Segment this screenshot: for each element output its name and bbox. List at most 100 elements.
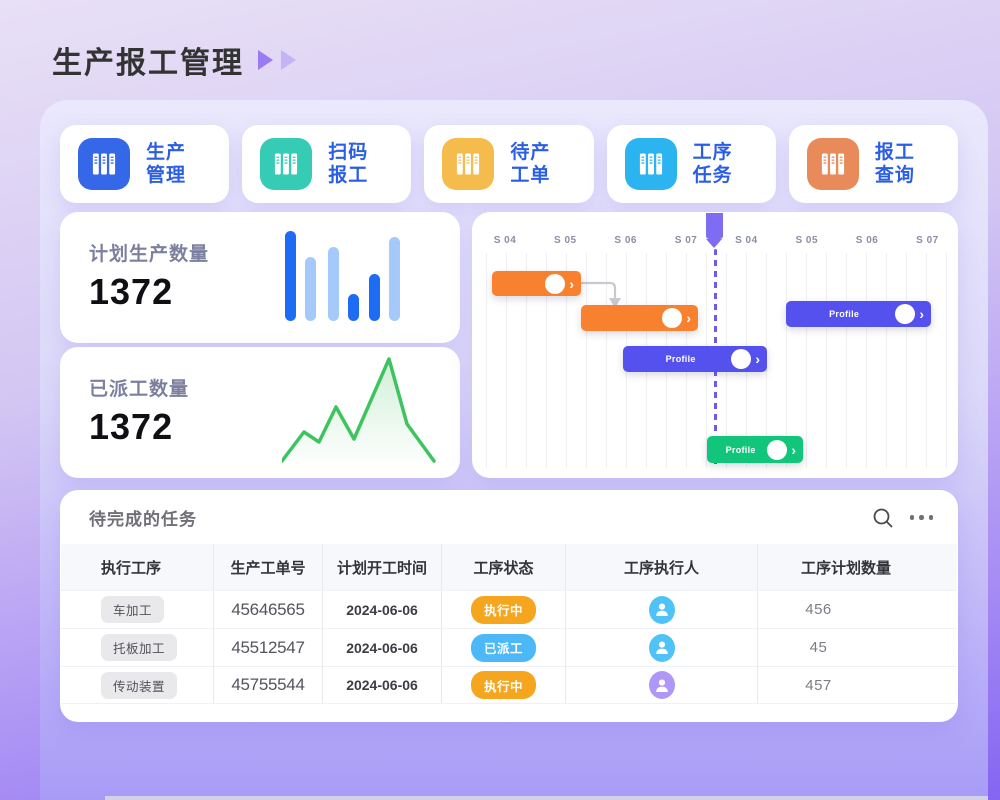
chevron-right-icon: › [791,443,796,457]
status-badge: 执行中 [471,671,536,699]
gantt-gridline [886,253,887,468]
nav-label: 扫码报工 [328,141,368,187]
gantt-gridline [806,253,807,468]
gantt-axis-label: S 04 [481,235,529,246]
column-header: 生产工单号 [214,544,323,590]
gantt-bar-label: Profile [666,354,696,364]
chevron-right-icon: › [919,307,924,321]
gantt-gridline [826,253,827,468]
gantt-gridline [486,253,487,468]
column-header: 工序状态 [442,544,566,590]
start-date: 2024-06-06 [346,677,418,693]
dispatched-quantity-card: 已派工数量 1372 [60,347,460,478]
gantt-bar[interactable]: › [581,305,698,331]
gantt-chart-card: S 04 S 05 S 06 S 07 S 04 S 05 S 06 S 07 … [472,212,958,478]
avatar [731,349,751,369]
planned-quantity-card: 计划生产数量 1372 [60,212,460,343]
planned-qty: 45 [810,639,828,656]
nav-card-process-tasks[interactable]: 工序任务 [607,125,776,203]
stat-title: 已派工数量 [89,374,189,401]
gantt-axis-label: S 04 [722,235,770,246]
stat-value: 1372 [89,406,173,448]
process-pill: 托板加工 [101,634,177,661]
planned-qty: 457 [805,677,832,694]
table-row[interactable]: 车加工 45646565 2024-06-06 执行中 456 [61,590,957,628]
nav-card-pending-workorder[interactable]: 待产工单 [424,125,593,203]
table-header-bar: 待完成的任务 [61,491,957,544]
page-title: 生产报工管理 [52,38,244,82]
books-icon [625,138,677,190]
gantt-bar-label: Profile [829,309,859,319]
table-tools [872,507,934,529]
start-date: 2024-06-06 [346,602,418,618]
books-icon [442,138,494,190]
arrow-right-icon [258,50,273,70]
gantt-axis-label: S 07 [662,235,710,246]
nav-label: 工序任务 [693,141,733,187]
avatar [662,308,682,328]
table-header-row: 执行工序 生产工单号 计划开工时间 工序状态 工序执行人 工序计划数量 [61,544,957,590]
executor-avatar[interactable] [649,671,675,699]
main-panel: 生产管理 扫码报工 待产工单 工序任务 报工查询 [40,100,988,800]
nav-label: 生产管理 [146,141,186,187]
stat-value: 1372 [89,271,173,313]
gantt-gridline [906,253,907,468]
pending-tasks-card: 待完成的任务 执行工序 生产工单号 计划开工时间 工序状态 工序执行人 工序计划… [60,490,958,722]
avatar [545,274,565,294]
executor-avatar[interactable] [649,634,675,662]
avatar [767,440,787,460]
column-header: 计划开工时间 [323,544,442,590]
status-badge: 已派工 [471,634,536,662]
gantt-today-marker[interactable] [706,213,723,239]
start-date: 2024-06-06 [346,640,418,656]
order-number: 45755544 [231,675,304,695]
gantt-bar[interactable]: Profile › [707,436,803,463]
books-icon [78,138,130,190]
arrow-right-icon [281,50,296,70]
bottom-strip [105,796,988,800]
table-row[interactable]: 托板加工 45512547 2024-06-06 已派工 45 [61,628,957,666]
nav-card-production-management[interactable]: 生产管理 [60,125,229,203]
column-header: 工序计划数量 [758,544,934,590]
gantt-gridline [946,253,947,468]
gantt-axis-label: S 07 [903,235,951,246]
gantt-gridline [846,253,847,468]
mini-line-chart [282,356,438,464]
status-badge: 执行中 [471,596,536,624]
order-number: 45646565 [231,600,304,620]
chevron-right-icon: › [686,311,691,325]
nav-card-report-query[interactable]: 报工查询 [789,125,958,203]
table-title: 待完成的任务 [89,505,197,530]
gantt-axis-label: S 06 [843,235,891,246]
nav-row: 生产管理 扫码报工 待产工单 工序任务 报工查询 [60,125,958,203]
table-row[interactable]: 传动装置 45755544 2024-06-06 执行中 457 [61,666,957,704]
gantt-bar[interactable]: Profile › [786,301,931,327]
gantt-gridline [926,253,927,468]
gantt-axis-label: S 05 [541,235,589,246]
stat-title: 计划生产数量 [89,239,209,266]
nav-label: 报工查询 [875,141,915,187]
chevron-right-icon: › [755,352,760,366]
more-options-icon[interactable] [910,511,934,524]
process-pill: 传动装置 [101,672,177,699]
executor-avatar[interactable] [649,596,675,624]
planned-qty: 456 [805,601,832,618]
gantt-bar[interactable]: Profile › [623,346,767,372]
nav-label: 待产工单 [510,141,550,187]
mini-bar-chart [285,231,403,323]
books-icon [807,138,859,190]
books-icon [260,138,312,190]
process-pill: 车加工 [101,596,164,623]
column-header: 执行工序 [89,544,214,590]
gantt-bar[interactable]: › [492,271,581,296]
nav-card-scan-report[interactable]: 扫码报工 [242,125,411,203]
column-header: 工序执行人 [566,544,758,590]
search-icon[interactable] [872,507,894,529]
page-header: 生产报工管理 [52,38,296,82]
gantt-axis-label: S 06 [602,235,650,246]
gantt-axis-label: S 05 [783,235,831,246]
gantt-gridline [866,253,867,468]
gantt-bar-label: Profile [726,445,756,455]
chevron-right-icon: › [569,277,574,291]
avatar [895,304,915,324]
